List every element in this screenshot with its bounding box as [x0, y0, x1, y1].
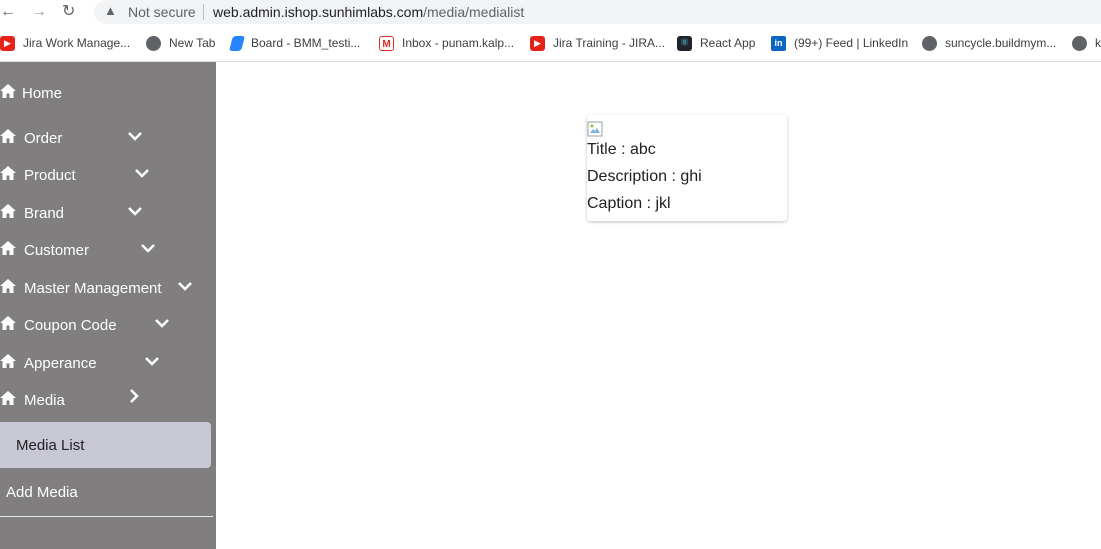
sidebar-item-label: Master Management — [24, 280, 162, 297]
chevron-down-icon[interactable] — [127, 128, 143, 144]
sidebar-item-label: Order — [24, 130, 63, 147]
globe-icon — [1072, 35, 1087, 51]
home-icon — [0, 166, 16, 180]
chevron-right-icon[interactable] — [126, 388, 142, 404]
bookmark-item[interactable]: suncycle.buildmym... — [922, 31, 1056, 55]
globe-icon — [922, 35, 937, 51]
chevron-down-icon[interactable] — [134, 165, 150, 181]
forward-arrow-icon[interactable]: → — [31, 3, 47, 21]
sidebar-item-customer[interactable]: Customer — [0, 236, 216, 266]
bookmark-label: Jira Training - JIRA... — [553, 36, 666, 50]
chevron-down-icon[interactable] — [140, 240, 156, 256]
sidebar-item-label: Product — [24, 167, 76, 184]
sidebar-subitem-label: Media List — [16, 437, 85, 454]
sidebar-item-home[interactable]: Home — [0, 79, 216, 109]
home-icon — [0, 316, 16, 330]
sidebar-item-label: Coupon Code — [24, 317, 117, 334]
bookmark-item[interactable]: ▶ Jira Training - JIRA... — [530, 31, 665, 55]
url-text[interactable]: web.admin.ishop.sunhimlabs.com/media/med… — [213, 4, 524, 20]
address-bar[interactable]: ▲ Not secure web.admin.ishop.sunhimlabs.… — [94, 0, 1101, 24]
media-description: Description : ghi — [587, 168, 702, 185]
bookmark-item[interactable]: New Tab — [146, 31, 215, 55]
home-icon — [0, 391, 16, 405]
media-card[interactable]: Title : abc Description : ghi Caption : … — [587, 115, 787, 221]
address-divider — [203, 4, 204, 20]
sidebar-subitem-media-list[interactable]: Media List — [0, 422, 211, 468]
bookmark-item[interactable]: k — [1072, 31, 1101, 55]
jira-icon — [228, 35, 246, 51]
chevron-down-icon[interactable] — [144, 353, 160, 369]
sidebar-item-label: Customer — [24, 242, 90, 259]
security-label[interactable]: Not secure — [128, 4, 196, 20]
bookmark-label: React App — [700, 36, 756, 50]
youtube-icon: ▶ — [0, 35, 15, 51]
gmail-icon: M — [379, 35, 394, 51]
sidebar-item-master-management[interactable]: Master Management — [0, 274, 216, 304]
bookmark-label: Inbox - punam.kalp... — [402, 36, 515, 50]
sidebar-item-media[interactable]: Media — [0, 386, 216, 416]
home-icon — [0, 241, 16, 255]
home-icon — [0, 84, 16, 98]
linkedin-icon: in — [771, 35, 786, 51]
bookmark-item[interactable]: M Inbox - punam.kalp... — [379, 31, 514, 55]
sidebar-item-label: Home — [22, 85, 63, 102]
chevron-down-icon[interactable] — [127, 203, 143, 219]
bookmarks-bar: ▶ Jira Work Manage... New Tab Board - BM… — [0, 31, 1101, 55]
chevron-down-icon[interactable] — [154, 315, 170, 331]
sidebar-item-brand[interactable]: Brand — [0, 199, 216, 229]
bookmark-item[interactable]: in (99+) Feed | LinkedIn — [771, 31, 908, 55]
sidebar-subitem-add-media[interactable]: Add Media — [0, 470, 211, 516]
bookmark-label: Jira Work Manage... — [23, 36, 131, 50]
home-icon — [0, 129, 16, 143]
bookmark-item[interactable]: ▶ Jira Work Manage... — [0, 31, 130, 55]
bookmark-item[interactable]: ⚛ React App — [677, 31, 755, 55]
bookmark-label: k — [1095, 36, 1101, 50]
bookmark-label: New Tab — [169, 36, 216, 50]
sidebar-item-apperance[interactable]: Apperance — [0, 349, 216, 379]
react-icon: ⚛ — [677, 35, 692, 51]
sidebar-divider — [0, 516, 213, 517]
sidebar-item-label: Media — [24, 392, 65, 409]
media-title: Title : abc — [587, 141, 656, 158]
sidebar-item-order[interactable]: Order — [0, 124, 216, 154]
sidebar-item-label: Apperance — [24, 355, 97, 372]
reload-icon[interactable]: ↻ — [62, 3, 75, 21]
warning-icon[interactable]: ▲ — [104, 3, 117, 18]
sidebar: Home Order Product Brand Customer Master… — [0, 62, 216, 549]
home-icon — [0, 354, 16, 368]
url-path: /media/medialist — [423, 4, 525, 20]
home-icon — [0, 279, 16, 293]
sidebar-item-coupon-code[interactable]: Coupon Code — [0, 311, 216, 341]
bookmark-label: (99+) Feed | LinkedIn — [794, 36, 909, 50]
media-caption: Caption : jkl — [587, 195, 671, 212]
back-arrow-icon[interactable]: ← — [0, 3, 16, 21]
chevron-down-icon[interactable] — [177, 278, 193, 294]
sidebar-subitem-label: Add Media — [6, 484, 78, 501]
globe-icon — [146, 35, 161, 51]
sidebar-item-label: Brand — [24, 205, 65, 222]
sidebar-item-product[interactable]: Product — [0, 161, 216, 191]
bookmark-label: Board - BMM_testi... — [251, 36, 361, 50]
broken-image-icon — [587, 121, 603, 137]
home-icon — [0, 204, 16, 218]
browser-toolbar: ← → ↻ ▲ Not secure web.admin.ishop.sunhi… — [0, 0, 1101, 25]
url-host: web.admin.ishop.sunhimlabs.com — [213, 4, 424, 20]
youtube-icon: ▶ — [530, 35, 545, 51]
bookmark-label: suncycle.buildmym... — [945, 36, 1057, 50]
bookmark-item[interactable]: Board - BMM_testi... — [228, 31, 361, 55]
